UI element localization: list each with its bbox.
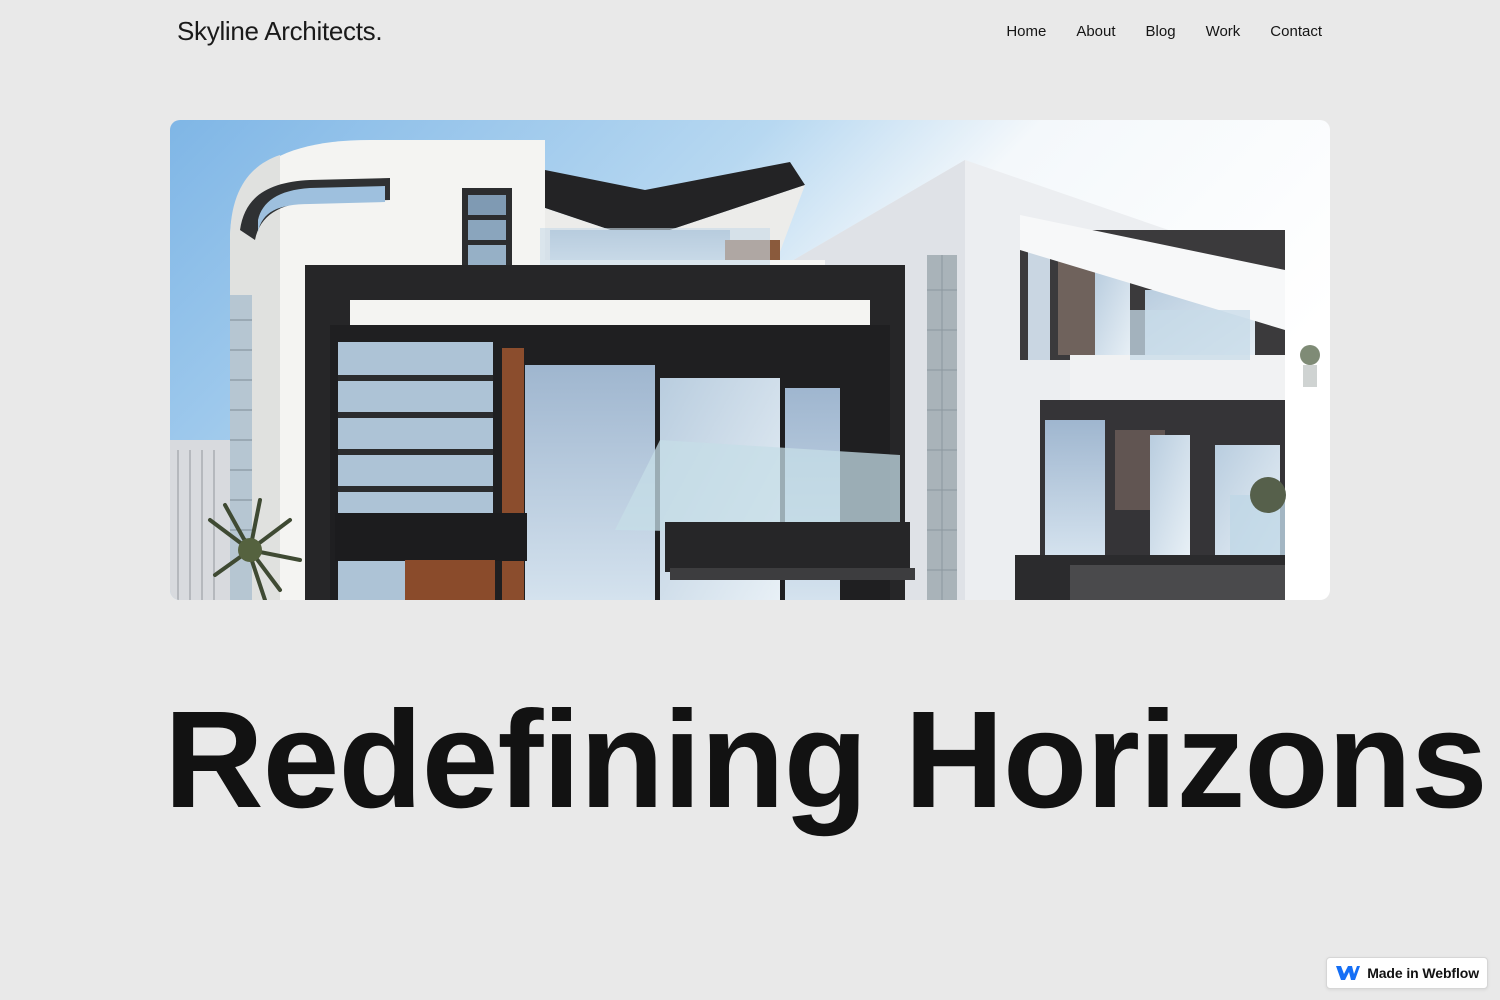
made-in-webflow-badge[interactable]: Made in Webflow	[1326, 957, 1488, 989]
main-nav: Home About Blog Work Contact	[1006, 23, 1322, 40]
brand-logo-link[interactable]: Skyline Architects.	[177, 16, 383, 47]
hero-headline: Redefining Horizons	[164, 683, 1488, 837]
site-header: Skyline Architects. Home About Blog Work…	[170, 0, 1330, 62]
nav-link-home[interactable]: Home	[1006, 23, 1046, 40]
nav-link-blog[interactable]: Blog	[1116, 23, 1176, 40]
hero-image	[170, 120, 1330, 600]
webflow-logo-icon	[1336, 966, 1361, 980]
nav-link-work[interactable]: Work	[1176, 23, 1241, 40]
nav-link-contact[interactable]: Contact	[1240, 23, 1322, 40]
building-photo	[170, 120, 1330, 600]
nav-link-about[interactable]: About	[1046, 23, 1115, 40]
page: Skyline Architects. Home About Blog Work…	[0, 0, 1500, 1000]
badge-label: Made in Webflow	[1367, 965, 1479, 981]
